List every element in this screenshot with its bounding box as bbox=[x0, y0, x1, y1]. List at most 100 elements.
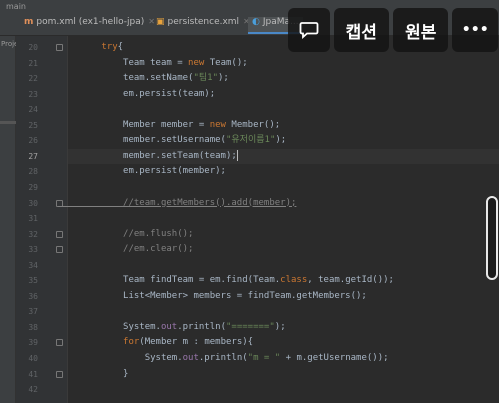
code-text[interactable]: member.setUsername("유저이름1"); bbox=[58, 133, 286, 148]
code-token: ); bbox=[275, 135, 287, 146]
line-number[interactable]: 34 bbox=[16, 258, 38, 273]
original-button[interactable]: 원본 bbox=[393, 8, 449, 52]
tab-persistence-xml[interactable]: ▣ persistence.xml ✕ bbox=[156, 17, 250, 34]
line-number[interactable]: 20 bbox=[16, 40, 38, 55]
code-token: for bbox=[123, 337, 140, 348]
line-number[interactable]: 36 bbox=[16, 289, 38, 304]
code-line: 30 //team.getMembers().add(member); bbox=[0, 196, 499, 211]
code-line: 35 Team findTeam = em.find(Team.class, t… bbox=[0, 273, 499, 288]
close-icon[interactable]: ✕ bbox=[148, 17, 155, 26]
speech-bubble-icon bbox=[299, 22, 319, 39]
code-line: 41 } bbox=[0, 367, 499, 382]
code-line: 40 System.out.println("m = " + m.getUser… bbox=[0, 351, 499, 366]
tab-label: persistence.xml bbox=[167, 17, 240, 27]
line-number[interactable]: 33 bbox=[16, 242, 38, 257]
maven-file-icon: m bbox=[24, 17, 34, 27]
code-text[interactable]: System.out.println("======="); bbox=[58, 320, 286, 335]
code-line: 22 team.setName("팀1"); bbox=[0, 71, 499, 86]
caption-button[interactable]: 캡션 bbox=[333, 8, 390, 52]
code-line: 21 Team team = new Team(); bbox=[0, 56, 499, 71]
code-line: 34 bbox=[0, 258, 499, 273]
code-line: 38 System.out.println("======="); bbox=[0, 320, 499, 335]
xml-file-icon: ▣ bbox=[156, 17, 165, 27]
code-text[interactable]: member.setTeam(team); bbox=[58, 149, 238, 164]
code-text[interactable]: for(Member m : members){ bbox=[58, 335, 253, 350]
code-text[interactable]: try{ bbox=[58, 40, 123, 55]
code-text[interactable]: System.out.println("m = " + m.getUsernam… bbox=[58, 351, 389, 366]
scroll-handle[interactable] bbox=[486, 196, 498, 280]
code-token: System. bbox=[58, 353, 183, 363]
line-number[interactable]: 35 bbox=[16, 273, 38, 288]
code-token: Team team = bbox=[58, 57, 189, 68]
code-token: class bbox=[280, 275, 308, 286]
code-token: "팀1" bbox=[193, 73, 219, 84]
code-line: 28 em.persist(member); bbox=[0, 164, 499, 179]
text-caret bbox=[236, 149, 238, 161]
code-line: 27 member.setTeam(team); bbox=[0, 149, 499, 164]
code-text[interactable]: //team.getMembers().add(member); bbox=[58, 196, 296, 211]
code-token: { bbox=[117, 42, 124, 52]
line-number[interactable]: 24 bbox=[16, 102, 38, 117]
line-number[interactable]: 27 bbox=[16, 149, 38, 164]
line-number[interactable]: 42 bbox=[16, 382, 38, 397]
line-number[interactable]: 21 bbox=[16, 56, 38, 71]
code-token: em.persist(member); bbox=[58, 166, 226, 177]
line-number[interactable]: 29 bbox=[16, 180, 38, 195]
code-token: .println( bbox=[177, 321, 226, 332]
line-number[interactable]: 23 bbox=[16, 87, 38, 102]
java-class-icon: ◐ bbox=[252, 17, 260, 27]
code-line: 32 //em.flush(); bbox=[0, 227, 499, 242]
code-text[interactable]: em.persist(member); bbox=[58, 164, 226, 179]
caption-toggle-button[interactable] bbox=[288, 8, 330, 52]
code-token: , team.getId()); bbox=[307, 275, 394, 286]
code-token: "=======" bbox=[226, 321, 275, 332]
code-token: new bbox=[209, 119, 226, 130]
line-number[interactable]: 41 bbox=[16, 367, 38, 382]
code-text[interactable]: team.setName("팀1"); bbox=[58, 71, 229, 86]
code-line: 26 member.setUsername("유저이름1"); bbox=[0, 133, 499, 148]
line-number[interactable]: 31 bbox=[16, 211, 38, 226]
code-line: 37 bbox=[0, 304, 499, 319]
code-line: 31 bbox=[0, 211, 499, 226]
code-line: 29 bbox=[0, 180, 499, 195]
code-token: (Member m : members){ bbox=[139, 337, 254, 348]
line-number[interactable]: 32 bbox=[16, 227, 38, 242]
code-text[interactable]: Team team = new Team(); bbox=[58, 56, 248, 71]
code-text[interactable]: //em.flush(); bbox=[58, 227, 193, 242]
line-number[interactable]: 40 bbox=[16, 351, 38, 366]
code-token: //em.clear(); bbox=[58, 244, 194, 255]
line-number[interactable]: 28 bbox=[16, 164, 38, 179]
code-text[interactable]: Member member = new Member(); bbox=[58, 118, 280, 133]
code-token: Team findTeam = em.find(Team. bbox=[58, 275, 281, 286]
code-text[interactable]: Team findTeam = em.find(Team.class, team… bbox=[58, 273, 394, 288]
line-number[interactable]: 25 bbox=[16, 118, 38, 133]
line-number[interactable]: 22 bbox=[16, 71, 38, 86]
code-token: + m.getUsername()); bbox=[280, 353, 389, 363]
more-options-button[interactable]: ••• bbox=[452, 8, 498, 52]
tab-pom-xml[interactable]: m pom.xml (ex1-hello-jpa) ✕ bbox=[24, 17, 155, 34]
line-number[interactable]: 39 bbox=[16, 335, 38, 350]
code-token: System. bbox=[58, 321, 161, 332]
code-line: 23 em.persist(team); bbox=[0, 87, 499, 102]
line-number[interactable]: 26 bbox=[16, 133, 38, 148]
code-text[interactable]: //em.clear(); bbox=[58, 242, 193, 257]
video-overlay-controls: 캡션 원본 ••• bbox=[288, 8, 498, 52]
code-line: 36 List<Member> members = findTeam.getMe… bbox=[0, 289, 499, 304]
code-token: "유저이름1" bbox=[225, 135, 276, 146]
code-token: ); bbox=[274, 321, 286, 332]
line-number[interactable]: 30 bbox=[16, 196, 38, 211]
code-text[interactable]: List<Member> members = findTeam.getMembe… bbox=[58, 289, 367, 304]
code-line: 42 bbox=[0, 382, 499, 397]
code-token: member.setUsername( bbox=[58, 135, 226, 146]
code-line: 24 bbox=[0, 102, 499, 117]
code-token: Member(); bbox=[225, 119, 281, 130]
line-number[interactable]: 38 bbox=[16, 320, 38, 335]
code-token: //team.getMembers().add(member); bbox=[58, 197, 297, 208]
code-token: try bbox=[101, 42, 118, 52]
code-token: } bbox=[58, 368, 129, 379]
code-text[interactable]: } bbox=[58, 367, 128, 382]
code-text[interactable]: em.persist(team); bbox=[58, 87, 215, 102]
code-token: ); bbox=[218, 73, 229, 84]
line-number[interactable]: 37 bbox=[16, 304, 38, 319]
